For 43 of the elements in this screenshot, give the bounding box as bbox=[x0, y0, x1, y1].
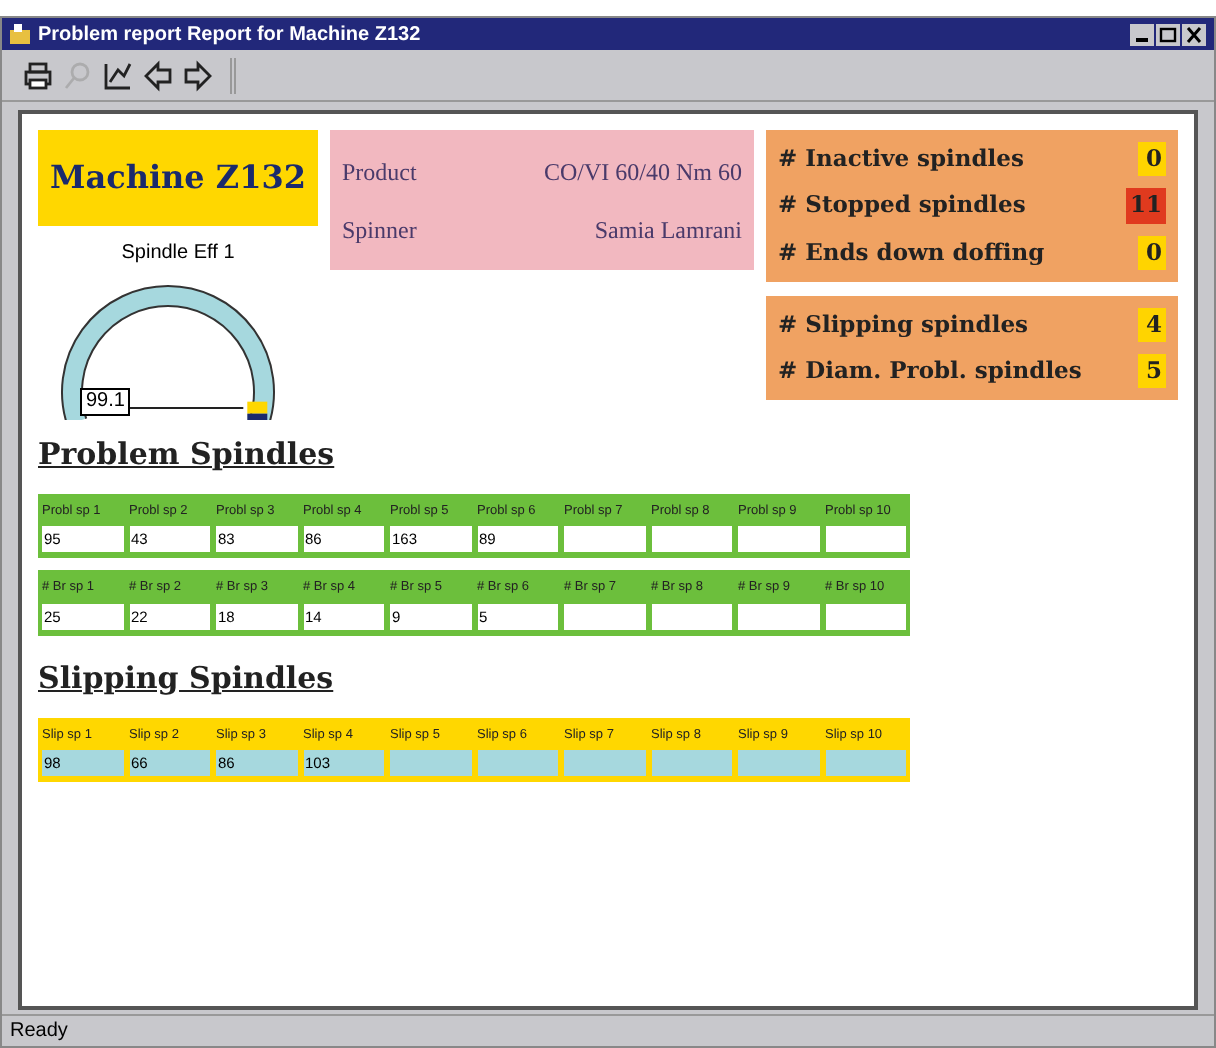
info-value: CO/VI 60/40 Nm 60 bbox=[544, 155, 742, 189]
status-text: Ready bbox=[10, 1018, 68, 1046]
empty-cell bbox=[651, 750, 732, 777]
counter-value: 11 bbox=[1125, 188, 1166, 223]
counter-label: # Slipping spindles bbox=[778, 307, 1028, 342]
minimize-icon[interactable] bbox=[1130, 23, 1154, 45]
gauge-reading: 99.1 bbox=[80, 388, 131, 416]
printer-icon[interactable] bbox=[22, 59, 54, 91]
counter-value: 0 bbox=[1138, 235, 1166, 270]
app-icon bbox=[10, 24, 30, 44]
chart-icon[interactable] bbox=[102, 59, 134, 91]
close-icon[interactable] bbox=[1182, 23, 1206, 45]
empty-cell bbox=[738, 526, 819, 553]
counter-value: 4 bbox=[1138, 307, 1166, 342]
counter-label: # Diam. Probl. spindles bbox=[778, 354, 1082, 388]
empty-cell bbox=[825, 750, 906, 777]
counter-label: # Ends down doffing bbox=[778, 235, 1045, 269]
window-title: Problem report Report for Machine Z132 bbox=[38, 21, 423, 49]
empty-cell bbox=[564, 750, 645, 777]
right-arrow-icon[interactable] bbox=[182, 59, 214, 91]
section-heading: Slipping Spindles bbox=[38, 658, 336, 700]
empty-cell bbox=[825, 604, 906, 630]
maximize-icon[interactable] bbox=[1156, 23, 1180, 45]
empty-cell bbox=[738, 604, 819, 630]
counter-label: # Stopped spindles bbox=[778, 188, 1026, 223]
empty-cell bbox=[390, 750, 471, 777]
empty-cell bbox=[477, 750, 558, 777]
empty-cell bbox=[564, 526, 645, 553]
info-label: Product bbox=[342, 155, 417, 189]
left-arrow-icon[interactable] bbox=[142, 59, 174, 91]
info-value: Samia Lamrani bbox=[594, 213, 742, 247]
empty-cell bbox=[738, 750, 819, 777]
empty-cell bbox=[825, 526, 906, 553]
counter-label: # Inactive spindles bbox=[778, 142, 1024, 176]
empty-cell bbox=[651, 526, 732, 553]
empty-cell bbox=[651, 604, 732, 630]
counter-value: 0 bbox=[1138, 142, 1166, 177]
gauge-title: Spindle Eff 1 bbox=[121, 240, 235, 268]
section-heading: Problem Spindles bbox=[38, 434, 337, 476]
info-label: Spinner bbox=[342, 213, 417, 247]
counter-value: 5 bbox=[1138, 354, 1166, 389]
empty-cell bbox=[564, 604, 645, 630]
machine-title: Machine Z132 bbox=[38, 130, 318, 226]
